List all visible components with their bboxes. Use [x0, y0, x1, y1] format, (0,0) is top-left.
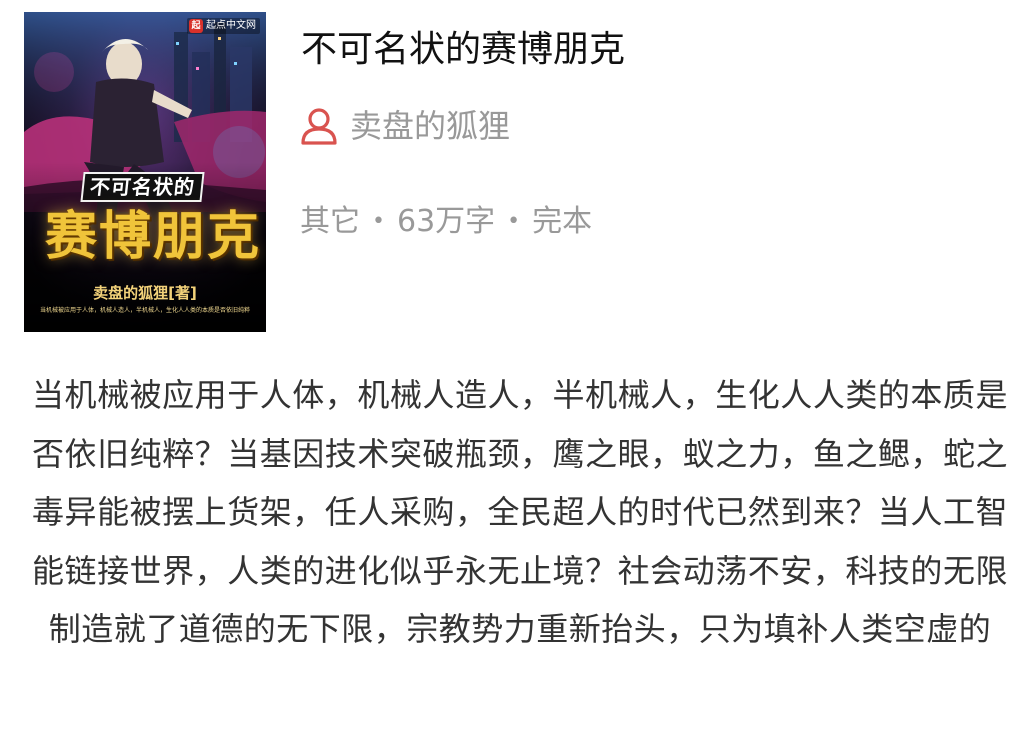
cover-big-title: 赛博朋克 — [44, 206, 261, 267]
book-meta: 其它 • 63万字 • 完本 — [300, 200, 592, 244]
book-description: 当机械被应用于人体，机械人造人，半机械人，生化人人类的本质是否依旧纯粹？当基因技… — [32, 376, 1008, 649]
publisher-name: 起点中文网 — [206, 20, 256, 31]
author-row[interactable]: 卖盘的狐狸 — [300, 104, 510, 148]
person-outline-icon — [300, 106, 338, 146]
meta-separator: • — [507, 209, 521, 234]
meta-separator: • — [372, 209, 385, 234]
author-name[interactable]: 卖盘的狐狸 — [350, 104, 510, 148]
book-title: 不可名状的赛博朋克 — [301, 29, 626, 70]
book-word-count: 63万字 — [396, 204, 496, 239]
cover-tagline: 当机械被应用于人体，机械人造人，半机械人，生化人人类的本质是否依旧纯粹 — [39, 307, 250, 314]
cover-small-title: 不可名状的 — [80, 172, 205, 202]
publisher-badge: 起 起点中文网 — [187, 18, 260, 34]
cover-author-credit: 卖盘的狐狸[著] — [93, 284, 197, 302]
book-status: 完本 — [532, 204, 593, 239]
book-cover[interactable]: 起 起点中文网 不可名状的 赛博朋克 卖盘的狐狸[著] 当机械被应用于人体，机械… — [24, 12, 266, 332]
publisher-logo-icon: 起 — [189, 19, 203, 33]
book-category[interactable]: 其它 — [300, 200, 360, 244]
